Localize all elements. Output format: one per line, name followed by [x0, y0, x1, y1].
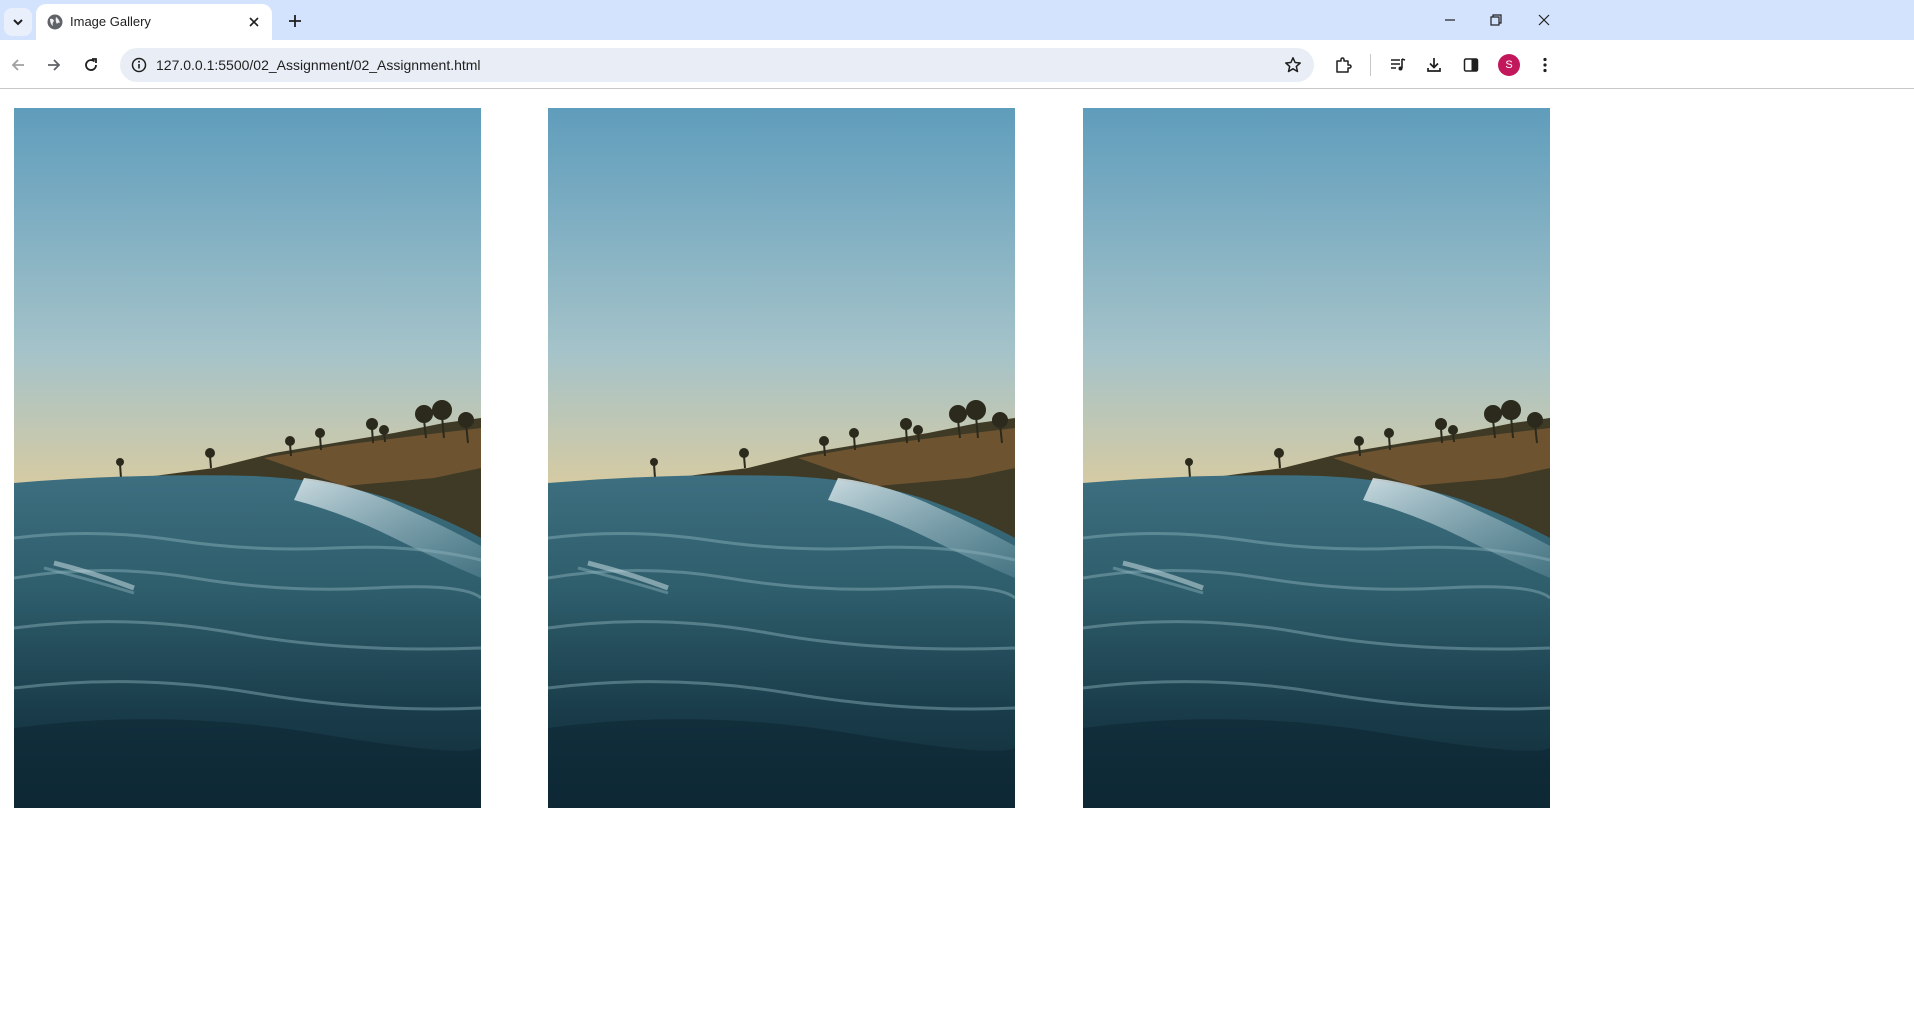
tab-image-gallery[interactable]: Image Gallery [36, 4, 272, 40]
address-bar[interactable]: 127.0.0.1:5500/02_Assignment/02_Assignme… [120, 48, 1314, 82]
tab-title: Image Gallery [70, 14, 151, 29]
arrow-left-icon [11, 59, 24, 71]
reload-button[interactable] [76, 50, 106, 80]
gallery-image-3 [1083, 108, 1550, 808]
toolbar-separator [1370, 54, 1371, 76]
extensions-button[interactable] [1328, 50, 1358, 80]
image-gallery [0, 90, 1914, 1014]
tab-strip: Image Gallery [0, 0, 1914, 40]
gallery-image-2 [548, 108, 1015, 808]
forward-button[interactable] [39, 50, 69, 80]
close-icon [249, 17, 259, 27]
bookmark-button[interactable] [1280, 52, 1306, 78]
side-panel-button[interactable] [1456, 50, 1486, 80]
download-icon [1427, 58, 1441, 72]
plus-icon [289, 15, 301, 27]
chrome-menu-button[interactable] [1530, 50, 1560, 80]
more-vert-icon [1543, 57, 1547, 73]
profile-avatar[interactable]: S [1498, 54, 1520, 76]
restore-button[interactable] [1474, 6, 1518, 34]
downloads-button[interactable] [1419, 50, 1449, 80]
media-controls-button[interactable] [1383, 50, 1413, 80]
url-text[interactable]: 127.0.0.1:5500/02_Assignment/02_Assignme… [156, 57, 481, 73]
browser-toolbar: 127.0.0.1:5500/02_Assignment/02_Assignme… [0, 40, 1914, 89]
side-panel-icon [1463, 58, 1479, 72]
chevron-down-icon [13, 19, 23, 26]
tab-search-button[interactable] [4, 8, 32, 36]
gallery-image-1 [14, 108, 481, 808]
star-icon [1285, 57, 1301, 73]
wave-at-sunset-photo [14, 108, 481, 808]
reload-icon [85, 58, 97, 71]
site-info-button[interactable] [126, 52, 152, 78]
new-tab-button[interactable] [282, 8, 308, 34]
close-icon [1538, 14, 1550, 26]
wave-at-sunset-photo [1083, 108, 1550, 808]
puzzle-icon [1336, 57, 1352, 73]
globe-icon [47, 14, 63, 30]
tab-close-button[interactable] [244, 12, 264, 32]
info-icon [131, 57, 147, 73]
restore-icon [1490, 14, 1502, 26]
media-controls-icon [1391, 58, 1406, 71]
minimize-button[interactable] [1428, 6, 1472, 34]
arrow-right-icon [48, 59, 61, 71]
back-button[interactable] [3, 50, 33, 80]
minimize-icon [1445, 19, 1455, 21]
wave-at-sunset-photo [548, 108, 1015, 808]
close-window-button[interactable] [1522, 6, 1566, 34]
